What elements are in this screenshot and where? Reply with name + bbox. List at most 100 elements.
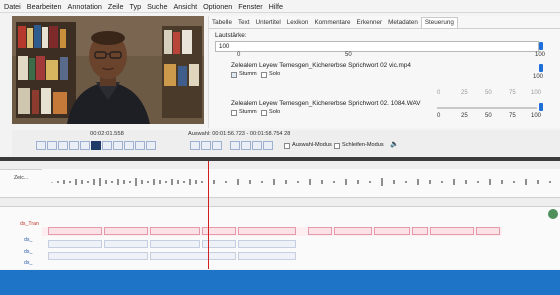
volume-scale-0: 0 xyxy=(237,52,241,58)
tier-label-sub-3[interactable]: ds_ xyxy=(24,260,32,266)
annotation-segment[interactable] xyxy=(238,240,296,248)
tab-bar: Tabelle Text Untertitel Lexikon Kommenta… xyxy=(209,16,560,29)
tab-lexikon[interactable]: Lexikon xyxy=(284,18,312,28)
menu-ansicht[interactable]: Ansicht xyxy=(174,2,198,11)
previous-frame-button[interactable] xyxy=(69,141,79,150)
menu-zeile[interactable]: Zeile xyxy=(108,2,124,11)
speaker-icon[interactable]: 🔈 xyxy=(390,140,399,148)
annotation-segment[interactable] xyxy=(150,240,200,248)
go-to-start-button[interactable] xyxy=(36,141,46,150)
annotation-segment[interactable] xyxy=(308,227,332,235)
tab-metadaten[interactable]: Metadaten xyxy=(385,18,421,28)
next-frame-button[interactable] xyxy=(113,141,123,150)
volume-slider-knob[interactable] xyxy=(539,42,543,50)
track2-mute-checkbox[interactable] xyxy=(231,110,237,116)
track2-scale-0: 0 xyxy=(437,113,441,119)
annotation-segment[interactable] xyxy=(48,240,102,248)
previous-scrollview-button[interactable] xyxy=(47,141,57,150)
track1-scale-50: 50 xyxy=(485,90,492,96)
annotation-segment[interactable] xyxy=(334,227,372,235)
clear-selection-button[interactable] xyxy=(201,141,211,150)
volume-label: Lautstärke: xyxy=(215,32,247,39)
annotation-segment[interactable] xyxy=(430,227,474,235)
annotation-segment[interactable] xyxy=(374,227,410,235)
annotation-segment[interactable] xyxy=(150,227,200,235)
track2-scale-100: 100 xyxy=(531,113,542,119)
menu-typ[interactable]: Typ xyxy=(130,2,142,11)
track2-scale-25: 25 xyxy=(461,113,468,119)
tier-label-sub-2[interactable]: ds_ xyxy=(24,249,32,255)
track1-scale-100: 100 xyxy=(531,90,542,96)
tier-label-sub-1[interactable]: ds_ xyxy=(24,237,32,243)
annotation-segment[interactable] xyxy=(238,227,296,235)
menu-annotation[interactable]: Annotation xyxy=(68,2,102,11)
media-transport-bar: 00:02:01.558 Auswahl: 00:01:56.723 - 00:… xyxy=(12,130,560,156)
playhead-crosshair[interactable] xyxy=(208,161,209,269)
menu-bearbeiten[interactable]: Bearbeiten xyxy=(27,2,62,11)
selection-range: Auswahl: 00:01:56.723 - 00:01:58.754 28 xyxy=(188,131,291,137)
annotation-segment[interactable] xyxy=(104,227,148,235)
tier-label-transcription[interactable]: ds_Tran xyxy=(20,221,39,227)
control-panel: Tabelle Text Untertitel Lexikon Kommenta… xyxy=(208,16,560,128)
annotation-segment[interactable] xyxy=(104,240,148,248)
menu-hilfe[interactable]: Hilfe xyxy=(269,2,283,11)
prev-boundary-button[interactable] xyxy=(252,141,262,150)
track2-solo-checkbox[interactable] xyxy=(261,110,267,116)
audio-waveform[interactable] xyxy=(42,169,560,195)
video-player[interactable] xyxy=(12,16,204,124)
track1-title: Zelealem Leyew Temesgen_Kichererbse Spri… xyxy=(231,62,411,69)
annotation-segment[interactable] xyxy=(48,227,102,235)
selection-end-button[interactable] xyxy=(241,141,251,150)
track2-scale-50: 50 xyxy=(485,113,492,119)
track1-scale-75: 75 xyxy=(509,90,516,96)
tab-tabelle[interactable]: Tabelle xyxy=(209,18,235,28)
annotation-segment[interactable] xyxy=(150,252,236,260)
play-selection-button[interactable] xyxy=(190,141,200,150)
tab-text[interactable]: Text xyxy=(235,18,253,28)
menu-datei[interactable]: Datei xyxy=(4,2,21,11)
play-button[interactable] xyxy=(91,141,101,150)
track1-mute-checkbox[interactable] xyxy=(231,72,237,78)
zoom-handle-icon[interactable] xyxy=(548,209,558,219)
menu-fenster[interactable]: Fenster xyxy=(238,2,262,11)
next-pixel-button[interactable] xyxy=(102,141,112,150)
track2-title: Zelealem Leyew Temesgen_Kichererbse Spri… xyxy=(231,100,421,107)
gloss-tier-row xyxy=(42,240,502,249)
previous-second-button[interactable] xyxy=(58,141,68,150)
next-boundary-button[interactable] xyxy=(263,141,273,150)
volume-scale-100: 100 xyxy=(535,52,546,58)
app-window: Datei Bearbeiten Annotation Zeile Typ Su… xyxy=(0,0,560,295)
volume-value-field[interactable]: 100 xyxy=(215,41,539,52)
tab-steuerung[interactable]: Steuerung xyxy=(420,17,458,28)
annotation-segment[interactable] xyxy=(238,252,296,260)
volume-value: 100 xyxy=(219,43,230,50)
tab-kommentare[interactable]: Kommentare xyxy=(311,18,353,28)
track1-scale-0: 0 xyxy=(437,90,441,96)
annotation-segment[interactable] xyxy=(476,227,500,235)
select-mode-checkbox[interactable] xyxy=(284,143,290,149)
annotation-segment[interactable] xyxy=(412,227,428,235)
transcription-tier-row xyxy=(42,227,502,236)
bottom-time-ruler xyxy=(0,197,560,207)
tab-erkenner[interactable]: Erkenner xyxy=(354,18,386,28)
next-second-button[interactable] xyxy=(124,141,134,150)
footer-bar xyxy=(0,270,560,295)
menu-suche[interactable]: Suche xyxy=(147,2,167,11)
menu-bar: Datei Bearbeiten Annotation Zeile Typ Su… xyxy=(0,0,560,13)
annotation-segment[interactable] xyxy=(48,252,148,260)
waveform-tier-label: Zeic... xyxy=(14,175,29,181)
tab-untertitel[interactable]: Untertitel xyxy=(253,18,284,28)
track1-solo-checkbox[interactable] xyxy=(261,72,267,78)
track1-volume-knob[interactable] xyxy=(539,64,543,72)
track2-volume-track[interactable] xyxy=(437,107,537,109)
menu-optionen[interactable]: Optionen xyxy=(203,2,232,11)
timeline-viewer[interactable]: Zeic... ds_Tran ds_ ds_ ds_ xyxy=(0,161,560,269)
loop-mode-checkbox[interactable] xyxy=(334,143,340,149)
selection-begin-button[interactable] xyxy=(230,141,240,150)
track1-solo-label: Solo xyxy=(269,71,281,77)
next-scrollview-button[interactable] xyxy=(135,141,145,150)
go-to-end-button[interactable] xyxy=(146,141,156,150)
toggle-selection-button[interactable] xyxy=(212,141,222,150)
previous-pixel-button[interactable] xyxy=(80,141,90,150)
track2-volume-knob[interactable] xyxy=(539,103,543,111)
